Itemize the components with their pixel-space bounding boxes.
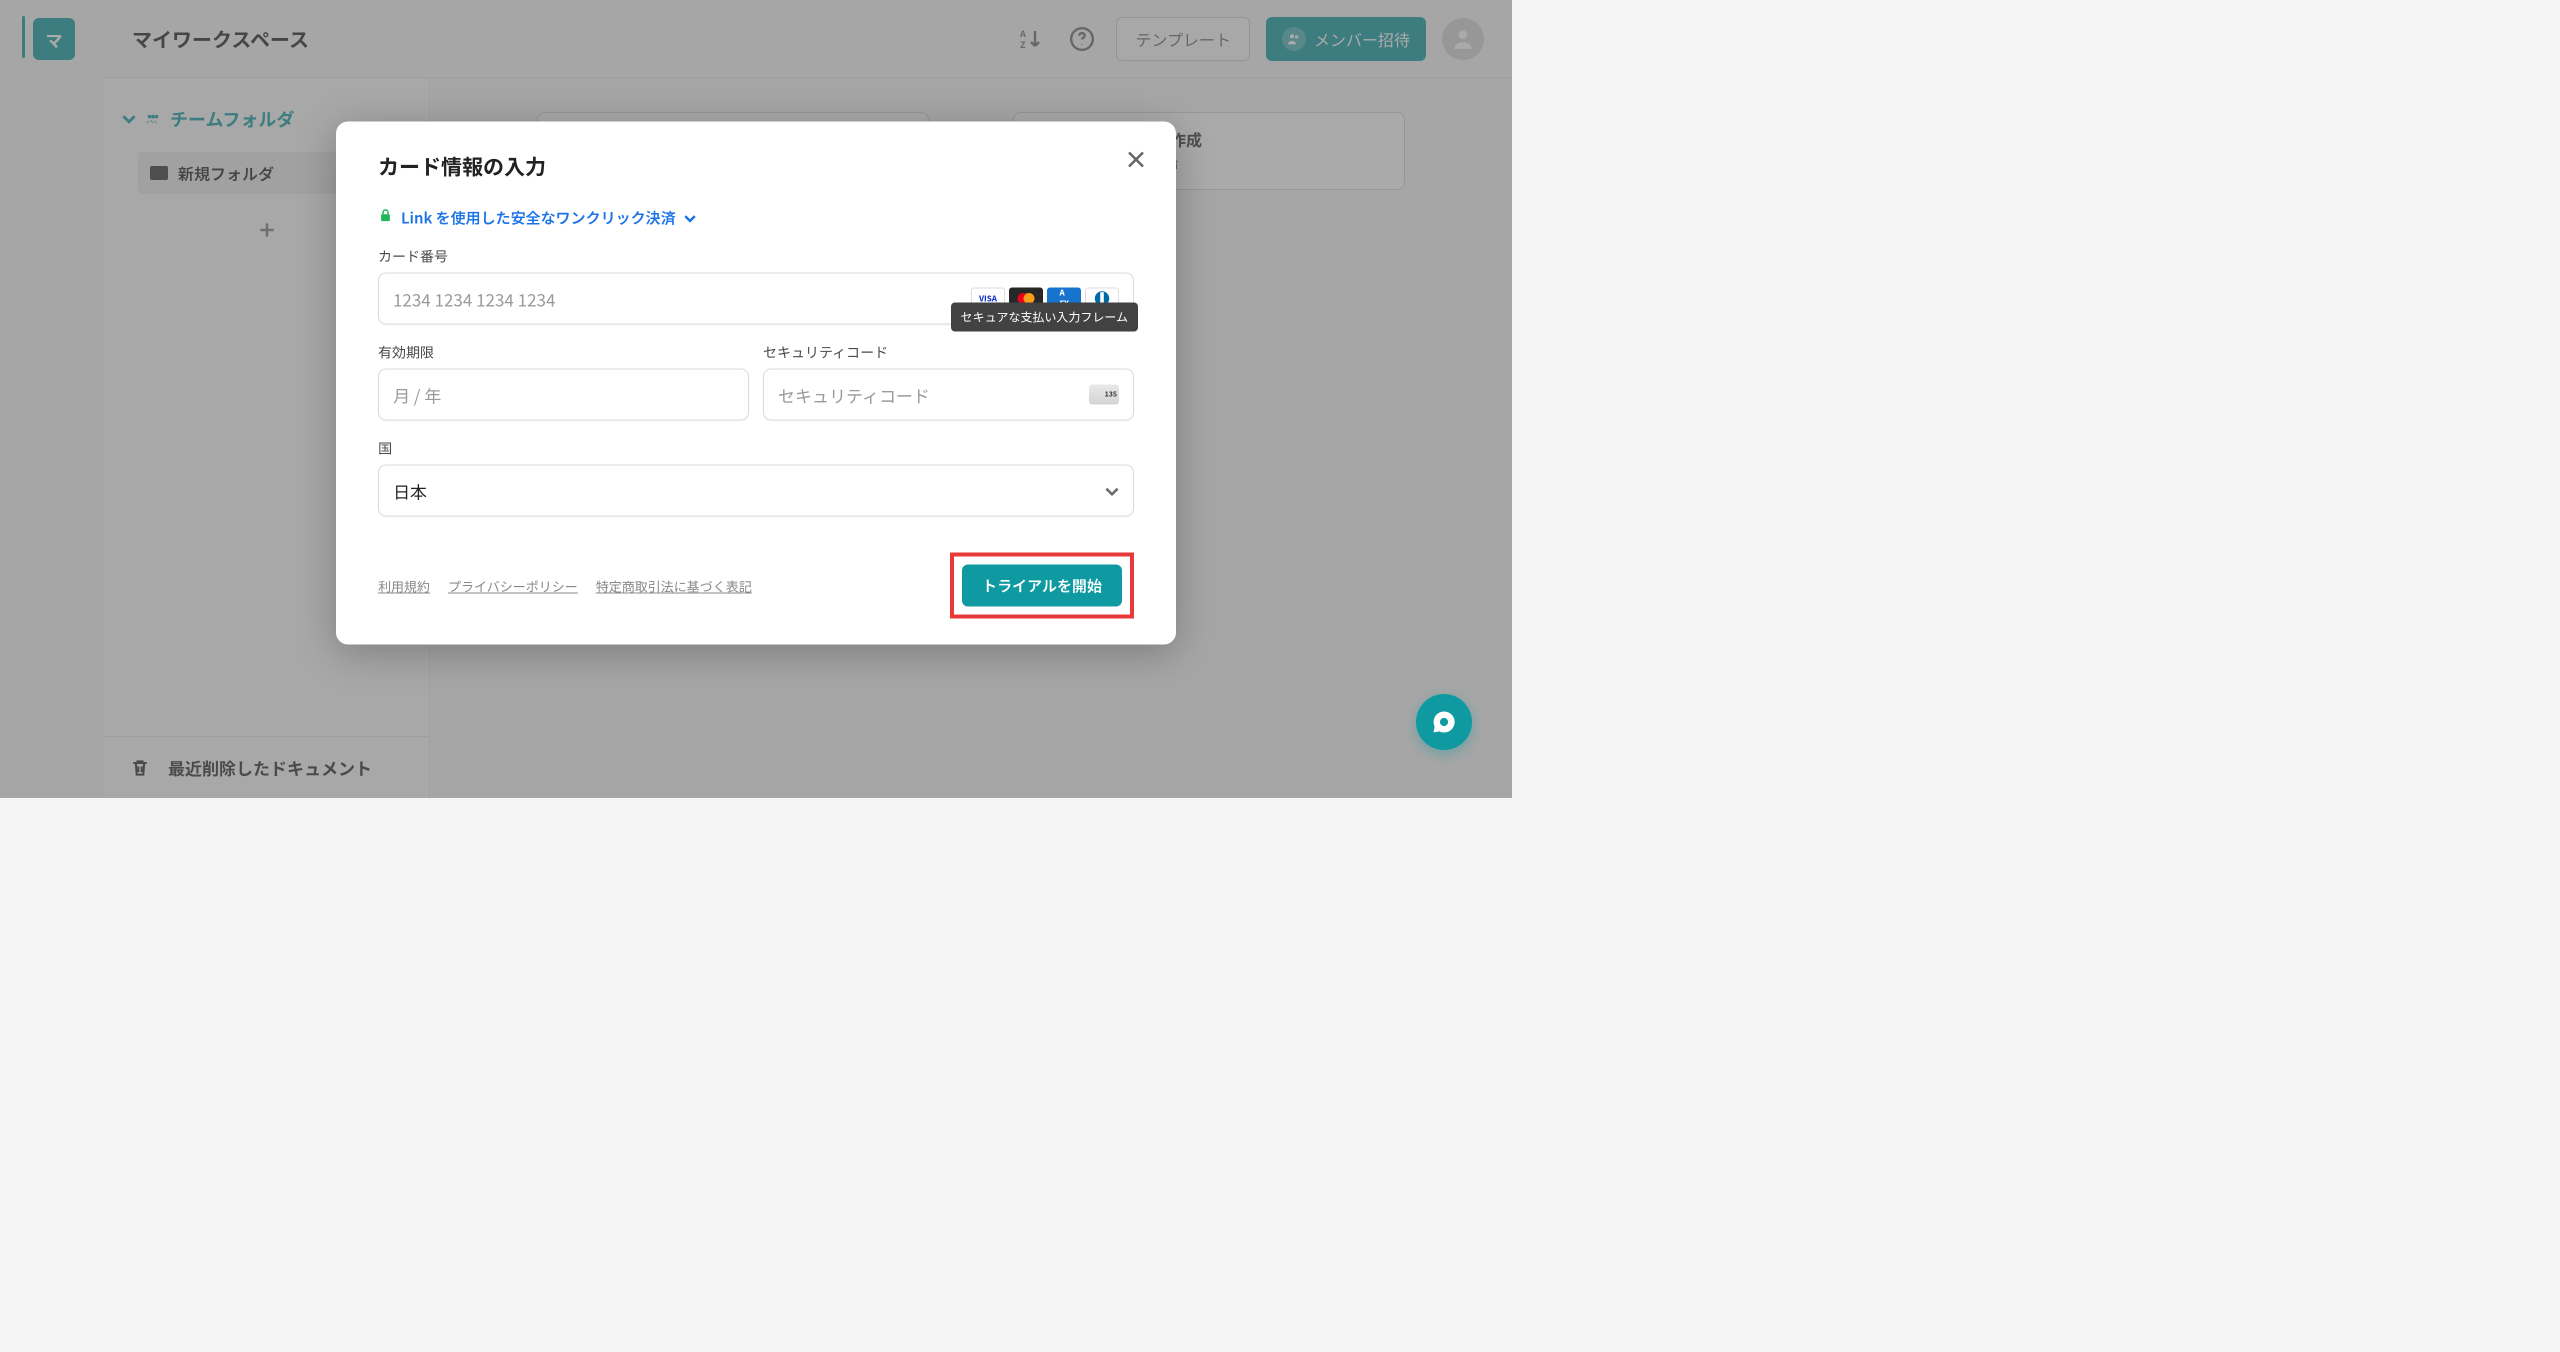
country-label: 国 — [378, 439, 1134, 459]
terms-link[interactable]: 利用規約 — [378, 576, 430, 595]
payment-modal: カード情報の入力 Link を使用した安全なワンクリック決済 カード番号 VIS… — [336, 122, 1176, 645]
chat-icon — [1430, 708, 1458, 736]
chat-fab[interactable] — [1416, 694, 1472, 750]
lock-icon — [378, 208, 393, 229]
chevron-down-icon — [684, 212, 696, 224]
start-trial-highlight: トライアルを開始 — [950, 553, 1134, 619]
cvc-label: セキュリティコード — [763, 343, 1134, 363]
close-icon — [1124, 148, 1148, 172]
expiry-field[interactable] — [378, 369, 749, 421]
link-one-click-row[interactable]: Link を使用した安全なワンクリック決済 — [378, 208, 1134, 229]
country-value: 日本 — [393, 478, 427, 503]
tokusho-link[interactable]: 特定商取引法に基づく表記 — [596, 576, 752, 595]
secure-frame-tooltip: セキュアな支払い入力フレーム — [951, 303, 1138, 332]
expiry-input[interactable] — [393, 382, 734, 407]
card-number-input[interactable] — [393, 286, 971, 311]
link-one-click-label: Link を使用した安全なワンクリック決済 — [401, 208, 676, 229]
card-number-label: カード番号 — [378, 247, 1134, 267]
expiry-label: 有効期限 — [378, 343, 749, 363]
modal-title: カード情報の入力 — [378, 152, 1134, 182]
close-button[interactable] — [1124, 148, 1148, 177]
chevron-down-icon — [1105, 478, 1119, 503]
cvc-input[interactable] — [778, 382, 1089, 407]
cvc-field[interactable]: 135 — [763, 369, 1134, 421]
start-trial-button[interactable]: トライアルを開始 — [962, 565, 1122, 607]
country-select[interactable]: 日本 — [378, 465, 1134, 517]
privacy-link[interactable]: プライバシーポリシー — [448, 576, 578, 595]
cvc-card-icon: 135 — [1089, 385, 1119, 405]
